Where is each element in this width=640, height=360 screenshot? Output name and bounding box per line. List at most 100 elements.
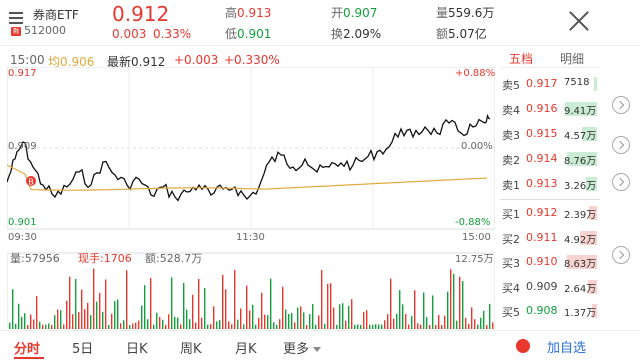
volume-bar <box>18 303 20 329</box>
orderbook-volume: 9.41万 <box>564 106 597 117</box>
chart-period-nav: 分时 5日 日K 周K 月K 更多 <box>0 330 640 360</box>
volume-bar <box>396 313 398 329</box>
tab-more[interactable]: 更多 <box>283 338 322 357</box>
orderbook-row[interactable]: 买5 0.908 1.37万 <box>502 301 602 321</box>
volume-bar <box>234 269 236 329</box>
tab-intraday[interactable]: 分时 <box>14 338 40 357</box>
volume-bar <box>291 312 293 329</box>
time-mid: 11:30 <box>236 232 265 243</box>
volume-bar <box>486 324 488 329</box>
tab-daily-k[interactable]: 日K <box>126 338 148 357</box>
axis-mid-pct: 0.00% <box>461 141 493 152</box>
margin-badge: 融 <box>11 27 21 36</box>
orderbook-row[interactable]: 买4 0.909 2.64万 <box>502 277 602 297</box>
volume-bar <box>333 307 335 329</box>
volume-bar <box>408 324 410 329</box>
volume-bar <box>387 314 389 329</box>
volume-bar <box>54 315 56 329</box>
tab-details[interactable]: 明细 <box>560 50 584 67</box>
volume-bar <box>156 312 158 329</box>
tab-5day[interactable]: 5日 <box>72 338 93 357</box>
orderbook-level-label: 买1 <box>502 208 520 221</box>
rail-button-3[interactable] <box>612 173 630 191</box>
volume-bar <box>489 303 491 329</box>
orderbook-level-label: 卖5 <box>502 79 520 92</box>
volume-bar <box>453 273 455 329</box>
add-watchlist-icon[interactable] <box>516 339 530 353</box>
volume-bar <box>378 324 380 329</box>
volume-bar <box>357 324 359 329</box>
volume-bar <box>288 313 290 329</box>
volume-bar <box>222 275 224 329</box>
orderbook-row[interactable]: 卖3 0.915 4.57万 <box>502 124 602 144</box>
add-watchlist-button[interactable]: 加自选 <box>547 337 586 356</box>
orderbook-volume: 7518 <box>564 77 590 88</box>
buy-marker: B <box>28 178 34 187</box>
close-icon[interactable] <box>569 11 589 31</box>
current-price: 0.912 <box>112 2 170 26</box>
tab-weekly-k[interactable]: 周K <box>180 338 202 357</box>
volume-bar <box>159 316 161 329</box>
volume-bar <box>117 299 119 329</box>
volume-bar <box>327 283 329 329</box>
chevron-down-icon <box>313 347 322 352</box>
volume-bar <box>339 304 341 329</box>
time-start: 09:30 <box>8 232 37 243</box>
orderbook-volume: 4.92万 <box>564 234 597 246</box>
orderbook-price: 0.913 <box>526 177 558 190</box>
volume-bar <box>426 317 428 329</box>
volume-bar <box>330 283 332 329</box>
current-hand: 现手:1706 <box>78 252 132 265</box>
tab-five-levels[interactable]: 五档 <box>509 50 533 67</box>
orderbook-row[interactable]: 卖1 0.913 3.26万 <box>502 174 602 194</box>
volume-bar <box>72 314 74 329</box>
volume-bar <box>312 304 314 329</box>
orderbook-volume: 2.39万 <box>564 210 597 221</box>
orderbook-row[interactable]: 卖5 0.917 7518 <box>502 74 602 94</box>
rail-button-1[interactable] <box>612 96 630 114</box>
volume-bar <box>189 319 191 329</box>
volume-label: 量:57956 <box>10 252 60 265</box>
volume-bar <box>276 324 278 329</box>
volume-bar <box>423 292 425 329</box>
volume-bar <box>324 323 326 329</box>
volume-bar <box>285 309 287 329</box>
volume-bar <box>450 269 452 329</box>
volume-bar <box>411 316 413 329</box>
volume-bar <box>210 324 212 329</box>
orderbook-row[interactable]: 买1 0.912 2.39万 <box>502 203 602 223</box>
volume-bar <box>168 314 170 329</box>
volume-bar <box>66 300 68 329</box>
menu-icon[interactable] <box>9 12 23 24</box>
axis-top-pct: +0.88% <box>455 68 496 79</box>
volume-bar <box>360 324 362 329</box>
tab-monthly-k[interactable]: 月K <box>235 338 257 357</box>
volume-bar <box>108 324 110 329</box>
orderbook-row[interactable]: 买3 0.910 8.63万 <box>502 252 602 272</box>
volume-bar <box>147 319 149 329</box>
volume-bar <box>39 321 41 329</box>
orderbook-row[interactable]: 卖2 0.914 8.76万 <box>502 149 602 169</box>
volume-bar <box>87 302 89 329</box>
rail-button-2[interactable] <box>612 136 630 154</box>
volume-bar <box>390 278 392 329</box>
volume-bar <box>246 285 248 329</box>
rail-button-4[interactable] <box>612 246 630 264</box>
volume-bar <box>96 301 98 329</box>
volume-bar <box>279 319 281 329</box>
orderbook-row[interactable]: 买2 0.911 4.92万 <box>502 228 602 248</box>
volume-bar <box>318 315 320 329</box>
volume-bar <box>129 324 131 329</box>
orderbook-volume: 3.26万 <box>564 181 597 192</box>
orderbook-row[interactable]: 卖4 0.916 9.41万 <box>502 99 602 119</box>
volume-bars <box>9 268 494 329</box>
price-line <box>7 113 491 202</box>
orderbook-price: 0.916 <box>526 102 558 115</box>
volume-bar <box>153 324 155 329</box>
latest-delta: +0.003 <box>174 53 219 67</box>
orderbook-volume: 4.57万 <box>564 131 597 142</box>
high-stat: 高0.913 <box>225 6 272 20</box>
orderbook-level-label: 卖4 <box>502 104 520 117</box>
intraday-chart[interactable]: B <box>7 67 495 329</box>
active-tab-underline <box>14 357 44 359</box>
